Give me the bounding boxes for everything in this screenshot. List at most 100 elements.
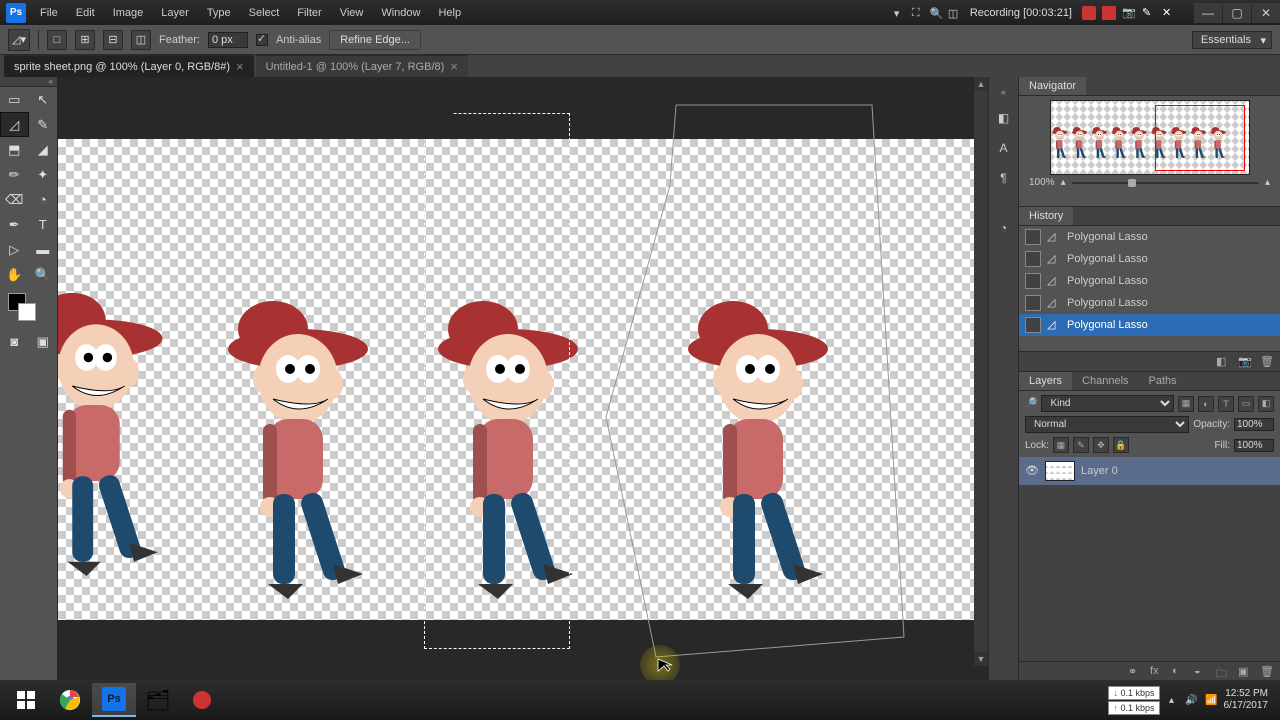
- close-recording-icon[interactable]: ✕: [1162, 6, 1176, 20]
- selection-intersect-icon[interactable]: ◫: [131, 30, 151, 50]
- scroll-up-icon[interactable]: ▲: [974, 77, 988, 91]
- tool-10[interactable]: ✒: [0, 212, 29, 237]
- tool-2[interactable]: ◿: [0, 112, 29, 137]
- pen-icon[interactable]: ✎: [1142, 6, 1156, 20]
- tool-1[interactable]: ↖: [29, 87, 58, 112]
- toolbox-collapse-icon[interactable]: «: [0, 77, 57, 87]
- menu-filter[interactable]: Filter: [289, 4, 329, 22]
- lock-icon[interactable]: ✥: [1093, 437, 1109, 453]
- folder-icon[interactable]: 🗀: [1216, 665, 1230, 679]
- character-panel-icon[interactable]: A: [995, 139, 1013, 157]
- layer-thumbnail[interactable]: [1045, 461, 1075, 481]
- chrome-icon[interactable]: [48, 683, 92, 717]
- canvas-area[interactable]: ▲ ▼: [58, 77, 988, 682]
- close-icon[interactable]: ×: [450, 59, 458, 74]
- close-button[interactable]: ✕: [1252, 3, 1280, 23]
- tool-0[interactable]: ▭: [0, 87, 29, 112]
- crop-icon[interactable]: ◫: [948, 7, 960, 19]
- camera-icon[interactable]: 📷: [1122, 6, 1136, 20]
- antialias-checkbox[interactable]: [256, 34, 268, 46]
- menu-edit[interactable]: Edit: [68, 4, 103, 22]
- scroll-down-icon[interactable]: ▼: [974, 652, 988, 666]
- record-pause-icon[interactable]: [1082, 6, 1096, 20]
- filter-icon[interactable]: ▭: [1238, 396, 1254, 412]
- fill-input[interactable]: [1234, 439, 1274, 452]
- selection-new-icon[interactable]: □: [47, 30, 67, 50]
- tool-5[interactable]: ◢: [29, 137, 58, 162]
- filter-icon[interactable]: ◧: [1258, 396, 1274, 412]
- vertical-scrollbar[interactable]: ▲ ▼: [974, 77, 988, 666]
- collapse-panels-icon[interactable]: «: [1001, 87, 1006, 97]
- history-item[interactable]: ◿Polygonal Lasso: [1019, 226, 1280, 248]
- history-item[interactable]: ◿Polygonal Lasso: [1019, 292, 1280, 314]
- fullscreen-icon[interactable]: ⛶: [912, 7, 924, 19]
- navigator-thumbnail[interactable]: [1050, 100, 1250, 175]
- filter-icon[interactable]: ◐: [1198, 396, 1214, 412]
- adjustment-icon[interactable]: ◒: [1194, 665, 1208, 679]
- menu-select[interactable]: Select: [241, 4, 288, 22]
- snapshot-icon[interactable]: 📷: [1238, 355, 1252, 369]
- navigator-tab[interactable]: Navigator: [1019, 77, 1086, 95]
- explorer-icon[interactable]: 🗂: [136, 683, 180, 717]
- history-tab[interactable]: History: [1019, 207, 1073, 225]
- background-swatch[interactable]: [18, 303, 36, 321]
- paths-tab[interactable]: Paths: [1139, 372, 1187, 390]
- navigator-viewport[interactable]: [1155, 105, 1245, 171]
- tool-9[interactable]: ◔: [29, 187, 58, 212]
- mask-icon[interactable]: ◐: [1172, 665, 1186, 679]
- history-item[interactable]: ◿Polygonal Lasso: [1019, 270, 1280, 292]
- menu-window[interactable]: Window: [373, 4, 428, 22]
- document-tab-1[interactable]: Untitled-1 @ 100% (Layer 7, RGB/8) ×: [256, 55, 468, 77]
- zoom-icon[interactable]: 🔍: [930, 7, 942, 19]
- close-icon[interactable]: ×: [236, 59, 244, 74]
- color-panel-icon[interactable]: ◧: [995, 109, 1013, 127]
- channels-tab[interactable]: Channels: [1072, 372, 1138, 390]
- minimize-button[interactable]: —: [1194, 3, 1222, 23]
- visibility-icon[interactable]: 👁: [1025, 464, 1039, 478]
- refine-edge-button[interactable]: Refine Edge...: [329, 30, 421, 50]
- active-tool-icon[interactable]: ◿▾: [8, 29, 30, 51]
- canvas[interactable]: [58, 139, 986, 620]
- menu-view[interactable]: View: [332, 4, 372, 22]
- zoom-out-icon[interactable]: ▴: [1061, 177, 1066, 188]
- history-item[interactable]: ◿Polygonal Lasso: [1019, 314, 1280, 336]
- filter-icon[interactable]: ▦: [1178, 396, 1194, 412]
- maximize-button[interactable]: ▢: [1223, 3, 1251, 23]
- menu-help[interactable]: Help: [430, 4, 469, 22]
- opacity-input[interactable]: [1234, 418, 1274, 431]
- volume-icon[interactable]: 🔊: [1184, 692, 1200, 708]
- paragraph-panel-icon[interactable]: ¶: [995, 169, 1013, 187]
- recorder-icon[interactable]: [180, 683, 224, 717]
- tool-preset-icon[interactable]: ◔: [995, 219, 1013, 237]
- tool-4[interactable]: ⬒: [0, 137, 29, 162]
- start-button[interactable]: [4, 683, 48, 717]
- tool-14[interactable]: ✋: [0, 262, 29, 287]
- menu-image[interactable]: Image: [105, 4, 152, 22]
- trash-icon[interactable]: 🗑: [1260, 355, 1274, 369]
- selection-add-icon[interactable]: ⊞: [75, 30, 95, 50]
- chevron-down-icon[interactable]: ▾: [894, 7, 906, 19]
- navigator-zoom[interactable]: 100%: [1029, 177, 1055, 188]
- trash-icon[interactable]: 🗑: [1260, 665, 1274, 679]
- photoshop-icon[interactable]: Ps: [92, 683, 136, 717]
- layer-filter-kind[interactable]: Kind: [1041, 395, 1174, 412]
- network-icon[interactable]: 📶: [1204, 692, 1220, 708]
- layers-tab[interactable]: Layers: [1019, 372, 1072, 390]
- layer-name[interactable]: Layer 0: [1081, 465, 1118, 477]
- color-swatches[interactable]: [6, 293, 51, 323]
- menu-type[interactable]: Type: [199, 4, 239, 22]
- history-item[interactable]: ◿Polygonal Lasso: [1019, 248, 1280, 270]
- filter-icon[interactable]: T: [1218, 396, 1234, 412]
- tool-13[interactable]: ▬: [29, 237, 58, 262]
- tool-8[interactable]: ⌫: [0, 187, 29, 212]
- lock-icon[interactable]: ▦: [1053, 437, 1069, 453]
- fx-icon[interactable]: fx: [1150, 665, 1164, 679]
- lock-icon[interactable]: 🔒: [1113, 437, 1129, 453]
- zoom-slider[interactable]: [1072, 182, 1259, 184]
- lock-icon[interactable]: ✎: [1073, 437, 1089, 453]
- link-layers-icon[interactable]: ⚭: [1128, 665, 1142, 679]
- document-tab-0[interactable]: sprite sheet.png @ 100% (Layer 0, RGB/8#…: [4, 55, 254, 77]
- tool-7[interactable]: ✦: [29, 162, 58, 187]
- screenmode-icon[interactable]: ▣: [29, 329, 58, 354]
- new-layer-icon[interactable]: ▣: [1238, 665, 1252, 679]
